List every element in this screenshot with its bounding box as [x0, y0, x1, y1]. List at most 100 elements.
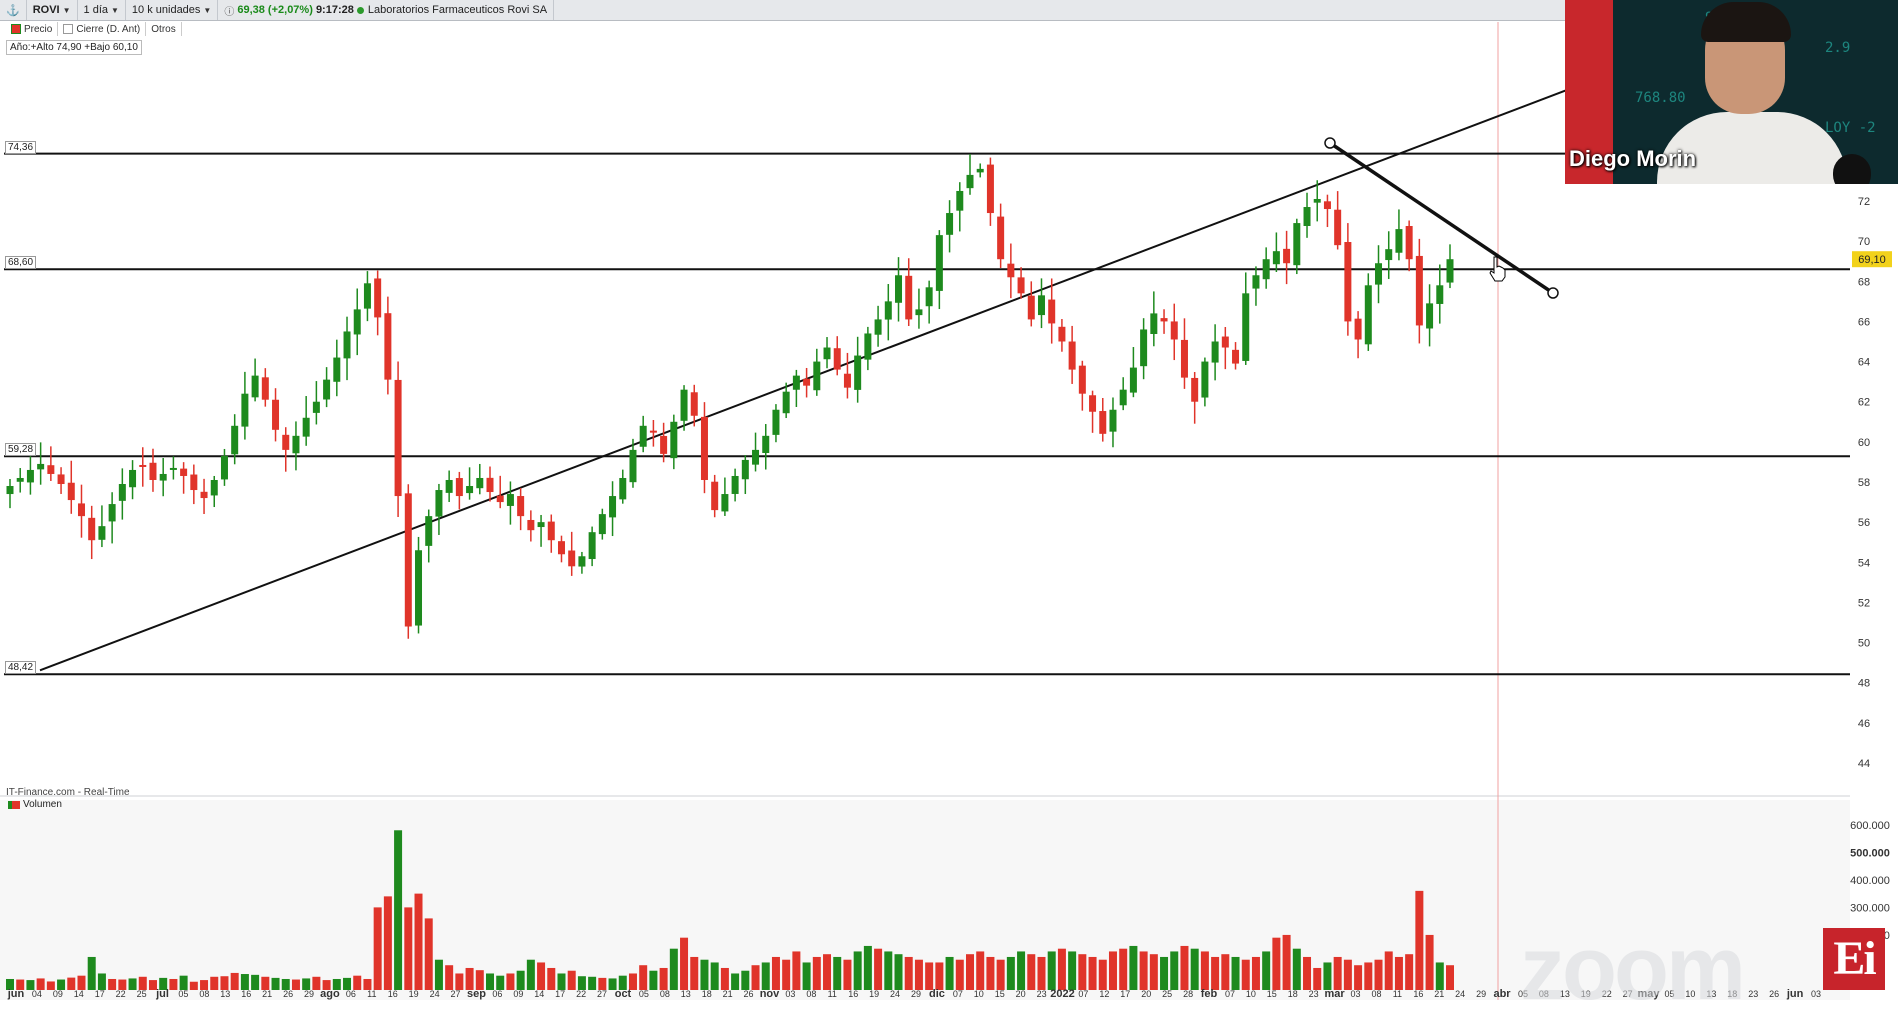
candle-body: [905, 275, 913, 320]
volume-bar: [588, 976, 597, 990]
x-axis-tick: 11: [828, 989, 837, 999]
price-axis-tick: 72: [1858, 196, 1870, 208]
x-axis-tick: 09: [513, 989, 523, 999]
screen-ticker-decoration: 768.80: [1635, 90, 1686, 106]
volume-bar: [1119, 948, 1128, 990]
x-axis-tick: 10: [1246, 989, 1256, 999]
volume-bar: [659, 967, 668, 990]
candle-body: [200, 491, 208, 499]
volume-bar: [639, 965, 648, 990]
candle-body: [1221, 336, 1229, 348]
candle-body: [272, 399, 280, 430]
candle-body: [476, 477, 484, 489]
candle-body: [1252, 275, 1260, 289]
x-axis-tick: 13: [681, 989, 691, 999]
volume-bar: [251, 974, 260, 990]
candle-body: [404, 493, 412, 627]
candle-body: [1323, 201, 1331, 210]
candle-body: [384, 313, 392, 380]
volume-bar: [1078, 954, 1087, 990]
volume-bar: [291, 979, 300, 990]
level-tag[interactable]: 48,42: [5, 661, 37, 675]
candle-body: [1375, 263, 1383, 285]
screen-ticker-decoration: 2.9: [1825, 40, 1851, 56]
candle-body: [506, 494, 514, 506]
candle-body: [843, 373, 851, 388]
volume-bar: [1200, 951, 1209, 990]
volume-bar: [966, 954, 974, 990]
volume-bar: [1241, 959, 1250, 990]
volume-bar: [1364, 962, 1373, 990]
volume-bar: [271, 977, 280, 990]
volume-bar: [1108, 951, 1117, 990]
x-axis-tick: 22: [576, 989, 586, 999]
volume-bar: [1047, 951, 1056, 990]
x-axis-tick: 21: [262, 989, 272, 999]
price-axis-tick: 56: [1858, 517, 1870, 529]
volume-bar: [894, 954, 903, 990]
volume-bar: [863, 945, 872, 990]
candle-body: [455, 478, 463, 497]
candle-body: [700, 416, 708, 480]
x-axis-tick: 08: [199, 989, 209, 999]
candle-body: [619, 477, 627, 500]
candle-body: [67, 482, 75, 501]
level-tag[interactable]: 59,28: [5, 443, 37, 457]
x-axis-tick: 19: [409, 989, 419, 999]
volume-bar: [1262, 951, 1271, 990]
trendline-handle: [1324, 137, 1336, 149]
volume-bar: [1068, 951, 1077, 990]
candle-body: [997, 216, 1005, 260]
candle-body: [129, 469, 137, 488]
volume-legend[interactable]: Volumen: [8, 799, 62, 810]
volume-bar: [1446, 965, 1454, 990]
volume-bar: [506, 973, 515, 990]
x-axis-tick: 16: [388, 989, 398, 999]
candle-body: [1191, 377, 1199, 402]
candle-body: [149, 462, 157, 480]
candle-body: [374, 278, 382, 318]
x-axis-tick: 07: [1225, 989, 1235, 999]
candle-body: [323, 379, 331, 400]
volume-bar: [1170, 951, 1179, 990]
candle-body: [210, 479, 218, 496]
volume-bar: [1180, 945, 1189, 990]
candle-body: [1293, 223, 1301, 266]
candle-body: [1426, 303, 1434, 329]
x-axis-tick: 20: [1016, 989, 1026, 999]
volume-bar: [1394, 956, 1403, 990]
candle-body: [118, 484, 126, 501]
volume-bar: [1139, 951, 1148, 990]
volume-bar: [904, 956, 913, 990]
candle-body: [935, 235, 943, 291]
candle-body: [680, 389, 688, 421]
level-tag[interactable]: 68,60: [5, 256, 37, 270]
candle-body: [282, 434, 290, 450]
x-axis-tick: 08: [660, 989, 670, 999]
candle-body: [1007, 263, 1015, 278]
volume-bar: [914, 959, 923, 990]
volume-bar: [567, 970, 576, 990]
volume-legend-label: Volumen: [23, 799, 62, 810]
x-axis-tick: 11: [1393, 989, 1402, 999]
x-axis-tick: 25: [137, 989, 147, 999]
candle-body: [1017, 277, 1025, 294]
x-axis-tick: 23: [1037, 989, 1047, 999]
x-axis-tick: 23: [1748, 989, 1758, 999]
x-axis-tick: 16: [1413, 989, 1423, 999]
candle-body: [925, 287, 933, 307]
candle-body: [241, 393, 249, 427]
candle-body: [333, 357, 341, 382]
level-tag[interactable]: 74,36: [5, 140, 37, 154]
x-axis-tick: abr: [1493, 988, 1511, 1000]
candle-body: [1180, 339, 1188, 378]
volume-bar: [179, 975, 188, 990]
volume-bar: [1425, 934, 1434, 990]
volume-bar: [1415, 890, 1424, 990]
candle-body: [445, 479, 453, 493]
x-axis-tick: 22: [116, 989, 126, 999]
candle-body: [557, 541, 565, 555]
microphone-icon: [1833, 154, 1871, 184]
candle-body: [1078, 365, 1086, 394]
candle-body: [568, 550, 576, 567]
